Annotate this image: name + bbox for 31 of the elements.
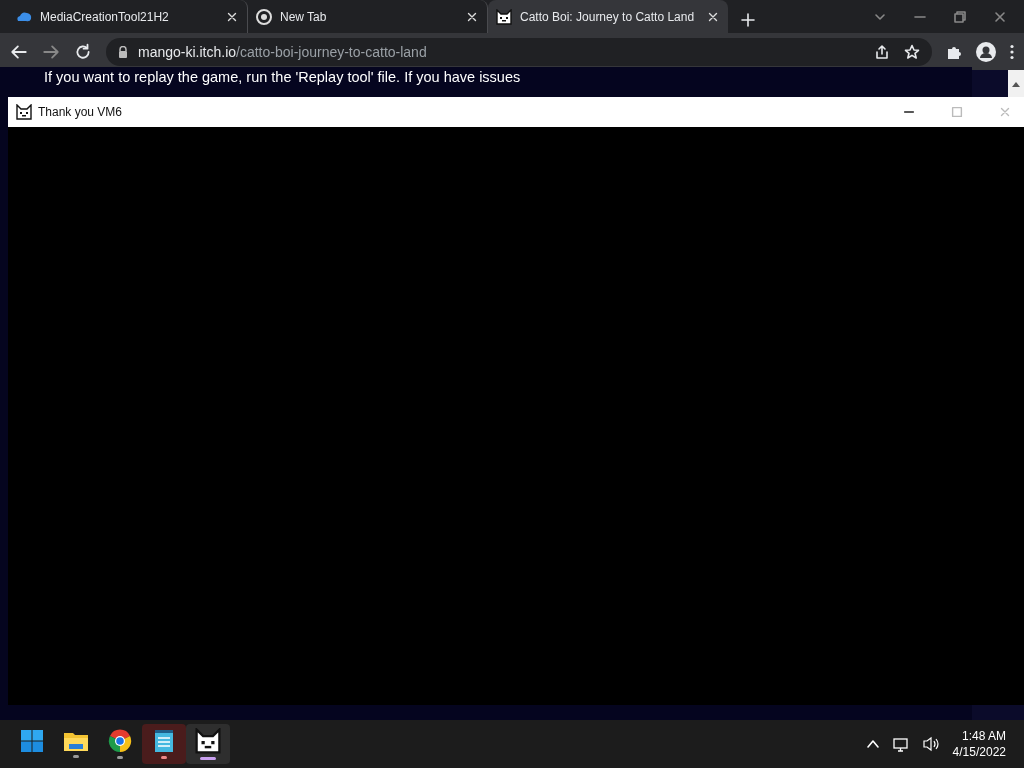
window-title: Thank you VM6 — [38, 105, 123, 119]
up-arrow-icon — [1012, 80, 1020, 87]
network-icon[interactable] — [892, 736, 911, 752]
volume-icon[interactable] — [922, 736, 941, 752]
windows-icon[interactable] — [20, 729, 44, 753]
address-bar[interactable]: mango-ki.itch.io/catto-boi-journey-to-catto-land — [106, 37, 932, 66]
cat-icon — [16, 104, 32, 120]
url-text: mango-ki.itch.io/catto-boi-journey-to-catto-land — [138, 43, 427, 60]
clock-date: 4/15/2022 — [952, 744, 1006, 760]
restore-icon[interactable] — [952, 8, 968, 25]
page-text: If you want to replay the game, run the 'Replay tool' file. If you have issues — [44, 68, 522, 87]
folder-icon[interactable] — [63, 730, 89, 752]
notepad-icon[interactable] — [154, 729, 174, 753]
taskbar-app[interactable] — [186, 724, 230, 764]
clock-time: 1:48 AM — [961, 728, 1006, 744]
cat-icon — [496, 8, 512, 25]
plus-icon[interactable] — [740, 12, 756, 28]
maximize-icon — [950, 105, 964, 119]
cat-icon — [195, 728, 221, 754]
cloud-icon — [16, 10, 32, 23]
chrome-icon — [256, 8, 272, 25]
scroll-up-button[interactable] — [1008, 70, 1024, 97]
profile-icon[interactable] — [976, 41, 996, 62]
lock-icon — [118, 45, 128, 58]
reload-icon[interactable] — [74, 42, 92, 61]
star-icon[interactable] — [904, 43, 920, 60]
chrome-icon[interactable] — [108, 729, 132, 753]
browser-tab[interactable]: Catto Boi: Journey to Catto Land — [488, 0, 728, 33]
menu-icon[interactable] — [1010, 43, 1014, 60]
taskbar-app[interactable] — [142, 724, 186, 764]
share-icon[interactable] — [874, 43, 890, 60]
